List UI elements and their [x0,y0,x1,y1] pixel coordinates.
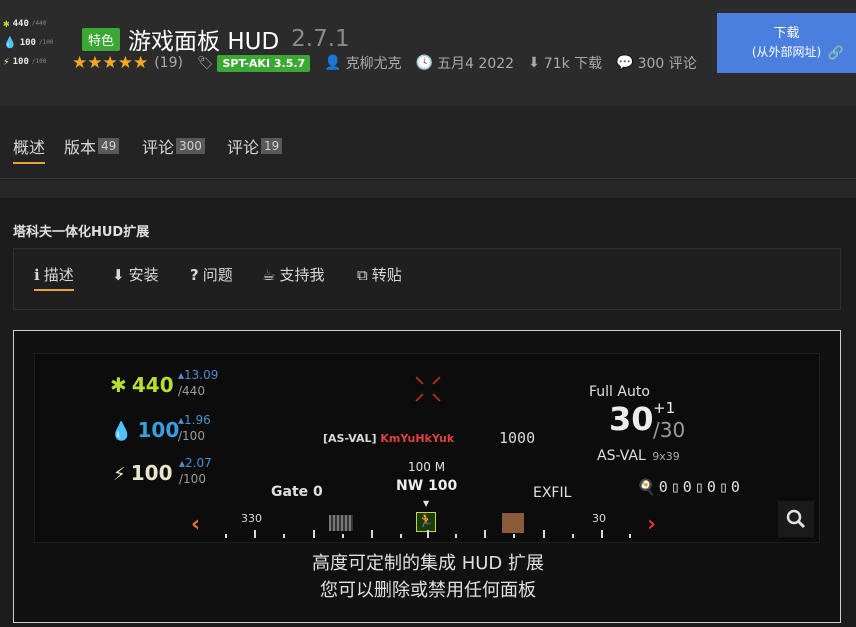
grenade-counts: 🍳 0 ▯ 0 ▯ 0 ▯ 0 [637,478,740,496]
compass-left-arrow-icon: ‹ [191,512,201,537]
kill-distance: 1000 [499,429,536,447]
tab-comments[interactable]: 评论 300 [142,134,205,158]
grenade-icon: ▯ [718,478,728,496]
coffee-icon: ☕ [262,265,276,284]
tag-icon: 🏷 [196,55,214,71]
hud-hydration: 💧 100 ▴1.96 /100 [110,413,211,443]
featured-badge: 特色 [82,27,121,51]
subtab-issues[interactable]: ? 问题 [190,264,233,285]
exit-marker-icon: 🏃 [416,512,436,532]
hud-screenshot: ✱ 440 ▴13.09 /440 💧 100 ▴1.96 /100 ⚡ 100… [34,353,820,543]
hud-energy: ⚡ 100 ▴2.07 /100 [113,456,212,486]
user-icon: 👤 [324,55,342,71]
zoom-button[interactable] [778,501,814,537]
compass-right-arrow-icon: › [647,512,657,537]
download-count: 71k 下载 [543,56,603,72]
health-icon: ✱ [110,373,127,397]
divider-strip [0,180,856,198]
crosshair-icon [415,376,441,402]
download-count-icon: ⬇ [528,55,540,71]
grenade-icon: ▯ [694,478,704,496]
weapon-info: AS-VAL 9x39 [597,448,680,464]
mod-version: 2.7.1 [291,26,350,52]
tab-count: 19 [261,138,283,154]
description-section: 塔科夫一体化HUD扩展 ℹ 描述 ⬇ 安装 ? 问题 ☕ 支持我 ⧉ 转贴 ✱ … [0,198,856,627]
tab-count: 49 [98,138,120,154]
mod-title: 游戏面板 HUD [128,29,280,55]
info-icon: ℹ [34,265,40,284]
subtab-support[interactable]: ☕ 支持我 [262,264,324,285]
download-button[interactable]: 下载 (从外部网址) 🔗 [717,13,856,73]
gate-marker-icon [329,515,353,531]
ammo-count: 30 [609,400,654,438]
subtab-bar: ℹ 描述 ⬇ 安装 ? 问题 ☕ 支持我 ⧉ 转贴 [13,248,841,310]
mod-header: ✱ 440 /440 💧 100 /100 ⚡ 100 /100 特色 游戏面板… [0,0,856,106]
question-icon: ? [190,265,199,284]
grenade-icon: 🍳 [637,478,656,496]
health-icon: ✱ [3,17,10,30]
heading-readout: NW 100 [396,478,458,494]
tab-versions[interactable]: 版本 49 [64,134,120,158]
compass-label-right: 30 [592,512,606,525]
rating-stars[interactable]: ★★★★★ [72,53,148,73]
search-icon [786,509,806,529]
title-row: 特色 游戏面板 HUD 2.7.1 [82,22,350,56]
ammo-max: /30 [653,418,686,442]
caption-line-2: 您可以删除或禁用任何面板 [320,580,536,601]
tab-overview[interactable]: 概述 [13,134,46,164]
tab-count: 300 [176,138,205,154]
comments-icon: 💬 [616,55,634,71]
kill-feed: [AS-VAL] KmYuHkYuk [323,432,455,445]
tab-bar: 概述 版本 49 评论 300 评论 19 [0,106,856,179]
clock-icon: 🕓 [415,55,434,71]
energy-icon: ⚡ [3,55,10,68]
hud-preview: ✱ 440 ▴13.09 /440 💧 100 ▴1.96 /100 ⚡ 100… [13,330,841,623]
tab-reviews[interactable]: 评论 19 [227,134,283,158]
exfil-label: EXFIL [533,485,572,501]
copy-icon: ⧉ [357,265,368,284]
section-title: 塔科夫一体化HUD扩展 [13,225,150,240]
subtab-description[interactable]: ℹ 描述 [34,264,74,291]
mod-thumbnail[interactable]: ✱ 440 /440 💧 100 /100 ⚡ 100 /100 [0,14,54,76]
link-icon: 🔗 [827,46,844,61]
grenade-icon: ▯ [670,478,680,496]
exfil-marker-icon [502,513,524,533]
compass-label-left: 330 [241,512,262,525]
author-link[interactable]: 克柳尤克 [346,53,402,73]
subtab-install[interactable]: ⬇ 安装 [112,264,159,285]
energy-icon: ⚡ [113,464,126,485]
hydration-icon: 💧 [110,421,133,442]
fire-mode: Full Auto [589,384,650,400]
tag-badge[interactable]: SPT-AKI 3.5.7 [217,54,311,72]
hud-health: ✱ 440 ▴13.09 /440 [110,368,219,398]
download-icon: ⬇ [112,265,125,284]
subtab-repost[interactable]: ⧉ 转贴 [357,264,402,285]
gate-label: Gate 0 [271,484,323,500]
hydration-icon: 💧 [3,36,17,49]
download-button-label: 下载 [773,26,800,41]
comment-count[interactable]: 300 评论 [638,53,697,73]
ammo-plus: +1 [653,399,676,417]
date-text: 五月4 2022 [437,56,515,72]
rating-count: (19) [154,55,183,71]
distance-readout: 100 M [408,460,446,474]
meta-row: ★★★★★ (19) 🏷 SPT-AKI 3.5.7 👤 克柳尤克 🕓 五月4 … [72,53,697,73]
heading-marker-icon: ▼ [423,499,430,508]
caption-line-1: 高度可定制的集成 HUD 扩展 [311,553,544,574]
